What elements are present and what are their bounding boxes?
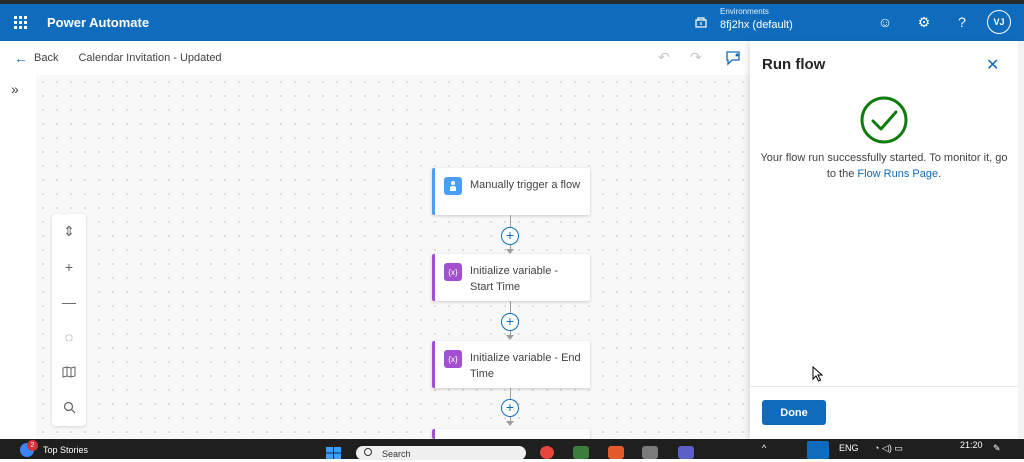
variable-icon: {x} [444,350,462,368]
environment-picker[interactable]: Environments 8fj2hx (default) [720,8,793,31]
fit-vertical-icon[interactable]: ⇕ [52,214,86,248]
user-touch-icon [444,177,462,195]
copilot-smile-icon[interactable]: ☺ [877,14,893,30]
app-launcher-button[interactable] [0,4,40,41]
add-step-button[interactable]: + [501,399,519,417]
zoom-out-icon[interactable]: — [52,285,86,319]
message-suffix: . [938,168,942,180]
active-app-icon[interactable] [807,441,829,459]
notepad-icon[interactable] [573,446,589,459]
zoom-in-icon[interactable]: + [52,250,86,284]
help-icon[interactable]: ? [954,14,970,30]
redo-icon[interactable]: ↷ [690,49,702,66]
success-checkmark-icon [860,96,908,144]
step-accent-bar [432,168,435,215]
variable-icon: {x} [444,263,462,281]
notification-icon[interactable]: ✎ [993,443,1001,454]
app-icon[interactable] [642,446,658,459]
run-flow-panel: Run flow ✕ Your flow run successfully st… [750,41,1018,439]
chrome-icon[interactable] [540,446,554,459]
chevron-up-icon[interactable]: ^ [762,443,766,453]
run-status-message: Your flow run successfully started. To m… [760,150,1008,182]
step-accent-bar [432,341,435,388]
os-taskbar: 2 Top Stories Search ^ ENG ◔ ◁) ▭ 21:20 … [0,439,1024,460]
news-icon: 2 [20,440,38,457]
panel-title: Run flow [762,56,826,73]
back-label: Back [34,52,59,64]
environment-icon[interactable] [694,15,708,29]
connector-arrow [506,421,514,426]
command-bar: ← Back Calendar Invitation - Updated ↶ ↷ [0,41,750,76]
add-step-button[interactable]: + [501,313,519,331]
teams-icon[interactable] [678,446,694,459]
done-button[interactable]: Done [762,400,826,425]
settings-gear-icon[interactable]: ⚙ [916,14,932,30]
panel-footer-divider [750,386,1018,387]
environment-value: 8fj2hx (default) [720,19,793,31]
step-label: Manually trigger a flow [470,179,581,191]
app-title[interactable]: Power Automate [47,15,149,30]
step-accent-bar [432,429,435,439]
windows-start-icon[interactable] [326,447,342,459]
avatar[interactable]: VJ [987,10,1011,34]
flow-step-init-start[interactable]: {x} Initialize variable - Start Time [432,254,590,301]
flow-name: Calendar Invitation - Updated [78,52,222,64]
step-label: Initialize variable - Start Time [470,265,559,293]
flow-step-init-end[interactable]: {x} Initialize variable - End Time [432,341,590,388]
arrow-left-icon: ← [14,50,28,66]
scrollbar-track[interactable] [1018,41,1024,439]
minimap-icon[interactable] [52,355,86,389]
undo-icon[interactable]: ↶ [658,49,670,66]
search-icon [364,448,372,456]
copilot-icon[interactable] [724,49,744,67]
taskbar-search-input[interactable]: Search [356,446,526,460]
flow-canvas[interactable] [36,75,750,439]
environment-label: Environments [720,7,769,16]
step-accent-bar [432,254,435,301]
clock-time[interactable]: 21:20 [960,440,983,450]
chevron-double-right-icon[interactable]: » [11,81,19,97]
left-rail: » [0,75,37,439]
waffle-icon [13,16,27,29]
app-header: Power Automate Environments 8fj2hx (defa… [0,4,1024,41]
flow-step-trigger[interactable]: Manually trigger a flow [432,168,590,215]
network-volume-battery-icon[interactable]: ◔ ◁) ▭ [874,443,903,454]
add-step-button[interactable]: + [501,227,519,245]
back-button[interactable]: ← Back [14,50,58,66]
flow-step-next[interactable] [432,429,590,439]
news-label: Top Stories [43,445,89,455]
search-icon[interactable] [52,390,86,424]
mouse-cursor-icon [812,366,824,382]
news-widget[interactable]: 2 Top Stories [20,440,89,457]
fit-view-icon[interactable]: ◌ [52,320,86,354]
app-icon[interactable] [608,446,624,459]
flow-runs-link[interactable]: Flow Runs Page [857,168,938,180]
step-label: Initialize variable - End Time [470,352,581,380]
canvas-controls: ⇕ + — ◌ [52,214,86,426]
close-icon[interactable]: ✕ [986,55,999,75]
notification-badge: 2 [27,440,38,451]
connector-arrow [506,335,514,340]
language-indicator[interactable]: ENG [839,443,859,453]
